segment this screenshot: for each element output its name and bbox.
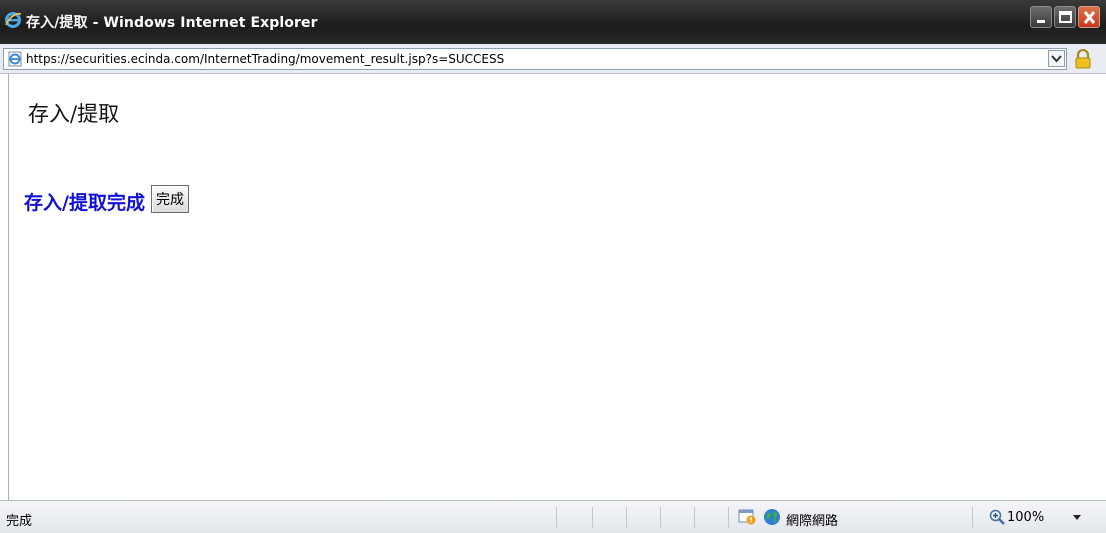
- security-warning-icon[interactable]: [738, 509, 756, 525]
- page-heading: 存入/提取: [28, 102, 120, 126]
- status-separator: [556, 507, 557, 528]
- maximize-button[interactable]: [1054, 6, 1076, 28]
- title-bar: 存入/提取 - Windows Internet Explorer: [0, 0, 1106, 44]
- minimize-icon: [1037, 20, 1045, 23]
- close-button[interactable]: [1078, 6, 1100, 28]
- status-bar: 完成 網際網路 100%: [0, 500, 1106, 533]
- status-separator: [592, 507, 593, 528]
- url-field[interactable]: https://securities.ecinda.com/InternetTr…: [3, 48, 1067, 70]
- address-dropdown-button[interactable]: [1048, 50, 1065, 67]
- status-separator: [626, 507, 627, 528]
- globe-icon[interactable]: [763, 508, 781, 526]
- zoom-icon[interactable]: [989, 509, 1005, 525]
- lock-icon[interactable]: [1073, 49, 1093, 69]
- status-text: 完成: [6, 514, 33, 529]
- zoom-level-text[interactable]: 100%: [1007, 510, 1044, 525]
- dropdown-arrow-icon: [1051, 55, 1062, 63]
- close-icon: [1083, 11, 1096, 24]
- window-title: 存入/提取 - Windows Internet Explorer: [26, 15, 318, 31]
- ie-logo-icon: [5, 12, 22, 28]
- status-separator: [728, 507, 729, 528]
- chevron-down-icon[interactable]: [1072, 514, 1082, 522]
- result-row: 存入/提取完成 完成: [24, 182, 189, 215]
- url-text[interactable]: https://securities.ecinda.com/InternetTr…: [26, 52, 504, 66]
- status-separator: [972, 507, 973, 528]
- page-icon: [8, 51, 22, 67]
- status-separator: [660, 507, 661, 528]
- status-separator: [694, 507, 695, 528]
- result-message: 存入/提取完成: [24, 192, 145, 214]
- maximize-icon: [1059, 11, 1072, 23]
- page-content: [8, 74, 1106, 500]
- minimize-button[interactable]: [1030, 6, 1052, 28]
- security-zone-text: 網際網路: [786, 514, 839, 529]
- done-button[interactable]: 完成: [150, 184, 189, 213]
- address-bar: https://securities.ecinda.com/InternetTr…: [0, 44, 1106, 74]
